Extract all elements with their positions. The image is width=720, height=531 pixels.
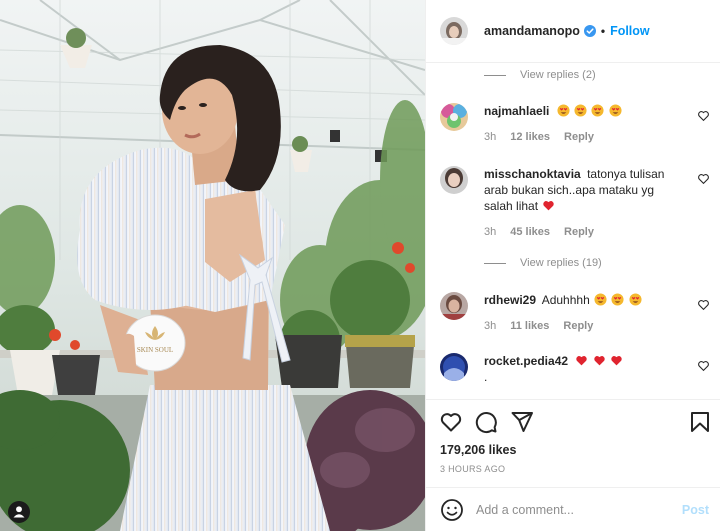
heart-eyes-emoji-icon (591, 104, 604, 117)
post-photo[interactable]: SKIN SOUL (0, 0, 425, 531)
reply-button[interactable]: Reply (563, 318, 593, 334)
replies-line (484, 74, 506, 76)
comment-meta: 3h 12 likes Reply (484, 129, 679, 145)
comment-body: rdhewi29 Aduhhhh 3h 11 likes Reply (484, 292, 679, 334)
comment-text-line: najmahlaeli (484, 103, 679, 119)
view-replies-label: View replies (19) (520, 257, 602, 269)
follow-button[interactable]: Follow (610, 24, 650, 38)
add-comment-bar: Post (426, 487, 720, 531)
post-comment-button[interactable]: Post (682, 503, 709, 517)
verified-badge-icon (583, 25, 596, 37)
comment-body: rocket.pedia42 . (484, 353, 679, 385)
comment-age[interactable]: 3h (484, 129, 496, 145)
comment-text-line: rocket.pedia42 (484, 353, 679, 369)
smiley-icon[interactable] (440, 498, 464, 522)
post-header: amandamanopo • Follow (426, 0, 720, 63)
replies-line (484, 262, 506, 264)
commenter-avatar[interactable] (440, 103, 468, 131)
comment-emojis (574, 354, 623, 368)
comment-meta: 3h 11 likes Reply (484, 318, 679, 334)
jar-label: SKIN SOUL (137, 346, 173, 354)
heart-icon[interactable] (439, 410, 463, 434)
comment-body: najmahlaeli 3h 12 likes Reply (484, 103, 679, 145)
likes-count[interactable]: 179,206 likes (440, 443, 516, 457)
view-replies-button[interactable]: View replies (2) (484, 69, 596, 81)
commenter-avatar[interactable] (440, 166, 468, 194)
comment-text-line: misschanoktavia tatonya tulisan arab buk… (484, 166, 679, 214)
user-tag-icon[interactable] (8, 501, 30, 523)
comment-input[interactable] (476, 502, 676, 517)
heart-eyes-emoji-icon (574, 104, 587, 117)
commenter-username[interactable]: misschanoktavia (484, 167, 581, 181)
commenter-username[interactable]: najmahlaeli (484, 104, 549, 118)
comment-meta: 3h 45 likes Reply (484, 224, 679, 240)
comment-age[interactable]: 3h (484, 318, 496, 334)
view-replies-button[interactable]: View replies (19) (484, 257, 602, 269)
author-username[interactable]: amandamanopo (484, 24, 580, 38)
reply-button[interactable]: Reply (564, 224, 594, 240)
comment-second-line: . (484, 370, 488, 384)
post-time[interactable]: 3 HOURS AGO (440, 464, 505, 474)
commenter-avatar[interactable] (440, 353, 468, 381)
bookmark-icon[interactable] (688, 410, 712, 434)
comment-age[interactable]: 3h (484, 224, 496, 240)
comment-like-heart-icon[interactable] (697, 172, 710, 185)
heart-eyes-emoji-icon (609, 104, 622, 117)
comment-like-heart-icon[interactable] (697, 298, 710, 311)
comment-like-heart-icon[interactable] (697, 359, 710, 372)
comment-icon[interactable] (474, 410, 498, 434)
post-sidebar: amandamanopo • Follow View replies (2) n… (425, 0, 720, 531)
comment-likes[interactable]: 45 likes (510, 224, 550, 240)
reply-button[interactable]: Reply (564, 129, 594, 145)
commenter-avatar[interactable] (440, 292, 468, 320)
comment-body: misschanoktavia tatonya tulisan arab buk… (484, 166, 679, 240)
comment-likes[interactable]: 11 likes (510, 318, 549, 334)
send-icon[interactable] (510, 410, 534, 434)
red-heart-emoji-icon (611, 356, 622, 366)
header-separator: • (600, 24, 606, 38)
comments-list[interactable]: View replies (2) najmahlaeli 3h 12 likes… (426, 63, 720, 399)
view-replies-label: View replies (2) (520, 69, 596, 81)
heart-eyes-emoji-icon (594, 293, 607, 306)
comment-likes[interactable]: 12 likes (510, 129, 550, 145)
commenter-username[interactable]: rdhewi29 (484, 293, 536, 307)
comment-like-heart-icon[interactable] (697, 109, 710, 122)
comment-text-line: rdhewi29 Aduhhhh (484, 292, 679, 308)
post-image: SKIN SOUL (0, 0, 425, 531)
heart-eyes-emoji-icon (629, 293, 642, 306)
comment-emojis (556, 104, 622, 118)
heart-eyes-emoji-icon (611, 293, 624, 306)
post-actions: 179,206 likes 3 HOURS AGO (426, 399, 720, 487)
red-heart-emoji-icon (594, 356, 605, 366)
comment-text: Aduhhhh (541, 293, 590, 307)
author-avatar[interactable] (440, 17, 468, 45)
red-heart-emoji-icon (576, 356, 588, 366)
heart-eyes-emoji-icon (557, 104, 570, 117)
comment-emojis (593, 293, 642, 307)
red-heart-emoji-icon (543, 201, 555, 211)
commenter-username[interactable]: rocket.pedia42 (484, 354, 568, 368)
